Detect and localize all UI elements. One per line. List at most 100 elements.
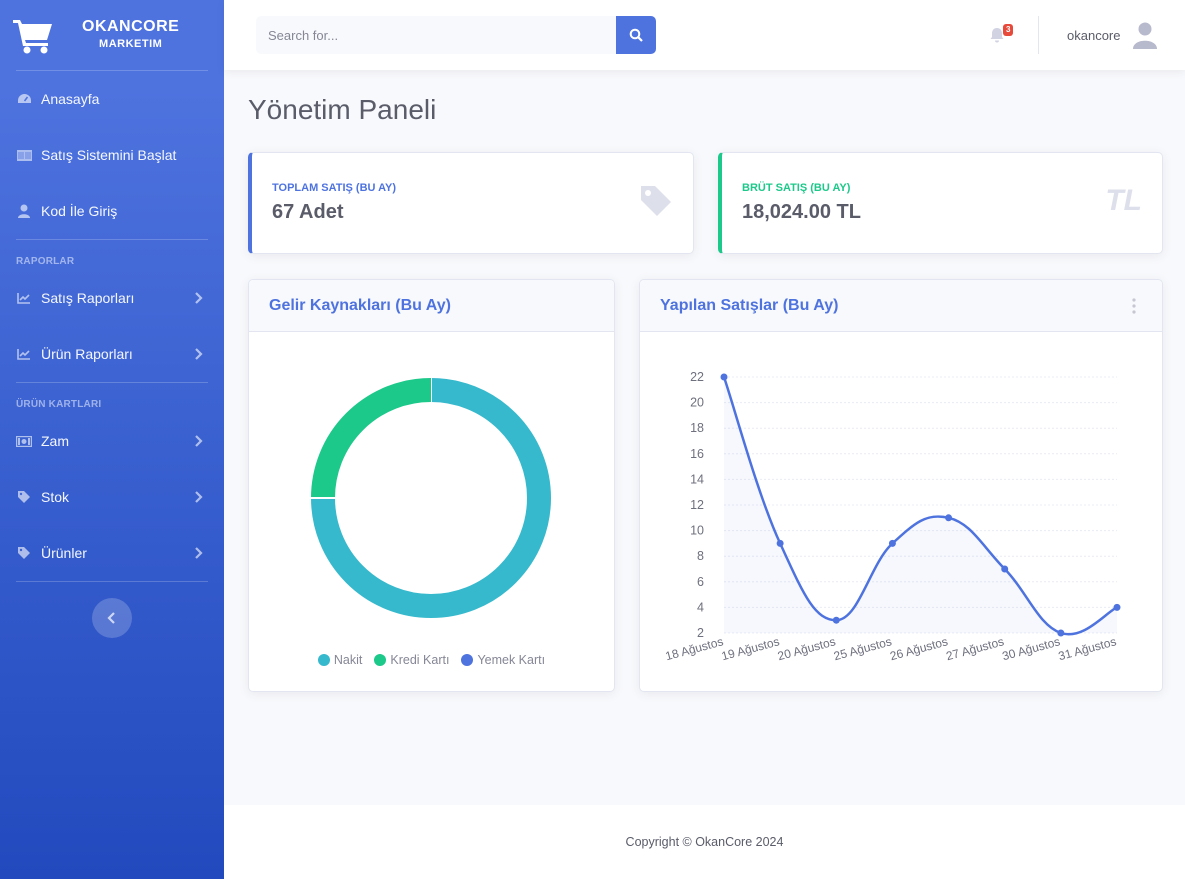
sidebar-item-label: Satış Sistemini Başlat bbox=[41, 147, 177, 163]
copyright-text: Copyright © OkanCore 2024 bbox=[625, 835, 784, 849]
legend-swatch bbox=[461, 654, 474, 666]
data-point[interactable] bbox=[945, 514, 953, 522]
card-title: Gelir Kaynakları (Bu Ay) bbox=[269, 296, 451, 314]
chevron-right-icon bbox=[195, 491, 203, 503]
legend-swatch bbox=[317, 654, 330, 666]
x-tick-label: 31 Ağustos bbox=[1057, 634, 1118, 663]
sidebar-item-urun-raporlari[interactable]: Ürün Raporları bbox=[0, 326, 224, 382]
footer: Copyright © OkanCore 2024 bbox=[224, 805, 1185, 879]
data-point[interactable] bbox=[888, 539, 896, 547]
sidebar-item-label: Stok bbox=[41, 489, 70, 505]
x-tick-label: 18 Ağustos bbox=[664, 634, 725, 663]
sidebar-item-label: Satış Raporları bbox=[41, 290, 135, 306]
data-point[interactable] bbox=[1001, 565, 1009, 573]
x-tick-label: 27 Ağustos bbox=[945, 634, 1006, 663]
y-tick-label: 4 bbox=[697, 600, 704, 614]
y-tick-label: 20 bbox=[690, 396, 704, 410]
chevron-right-icon bbox=[195, 547, 203, 559]
stat-card-total-sales: TOPLAM SATIŞ (BU AY) 67 Adet bbox=[248, 152, 694, 254]
legend-item[interactable]: Nakit bbox=[317, 653, 363, 667]
y-tick-label: 14 bbox=[690, 472, 704, 486]
notification-badge: 3 bbox=[1003, 24, 1014, 36]
sidebar-heading-reports: RAPORLAR bbox=[16, 256, 75, 267]
sales-made-card: Yapılan Satışlar (Bu Ay) 2 4 6 8 10 12 14 16 18 2… bbox=[639, 279, 1163, 692]
x-tick-label: 19 Ağustos bbox=[720, 634, 781, 663]
data-point[interactable] bbox=[776, 539, 784, 547]
x-tick-label: 26 Ağustos bbox=[888, 634, 949, 663]
sidebar-item-satis-sistemi[interactable]: Satış Sistemini Başlat bbox=[0, 127, 224, 183]
search-button[interactable] bbox=[616, 16, 656, 54]
legend-item[interactable]: Yemek Kartı bbox=[461, 653, 545, 667]
sidebar-item-anasayfa[interactable]: Anasayfa bbox=[0, 71, 224, 127]
lira-icon: TL bbox=[1105, 184, 1142, 217]
chart-line-icon bbox=[16, 290, 32, 306]
legend-item[interactable]: Kredi Kartı bbox=[374, 653, 449, 667]
user-menu[interactable]: okancore bbox=[1067, 22, 1158, 49]
sidebar-item-kod-ile-giris[interactable]: Kod İle Giriş bbox=[0, 183, 224, 239]
sidebar-item-zam[interactable]: Zam bbox=[0, 413, 224, 469]
legend-label: Yemek Kartı bbox=[477, 653, 546, 667]
user-icon bbox=[16, 203, 32, 219]
brand[interactable]: OKANCORE MARKETIM bbox=[0, 0, 224, 70]
card-header: Gelir Kaynakları (Bu Ay) bbox=[249, 280, 614, 332]
data-point[interactable] bbox=[1113, 603, 1121, 611]
line-chart: 2 4 6 8 10 12 14 16 18 20 22 18 Ağustos19 Ağustos20… bbox=[664, 370, 1121, 663]
stat-label: BRÜT SATIŞ (BU AY) bbox=[742, 182, 851, 194]
revenue-sources-card: Gelir Kaynakları (Bu Ay) Nakit Kredi Kart… bbox=[248, 279, 615, 692]
username: okancore bbox=[1067, 27, 1121, 43]
topbar: 3 okancore bbox=[224, 0, 1185, 70]
sidebar-item-label: Ürün Raporları bbox=[41, 346, 133, 362]
y-tick-label: 8 bbox=[697, 549, 704, 563]
stat-card-gross-sales: BRÜT SATIŞ (BU AY) 18,024.00 TL TL bbox=[718, 152, 1163, 254]
sidebar-divider bbox=[16, 581, 208, 582]
data-point[interactable] bbox=[720, 373, 728, 381]
sidebar-item-stok[interactable]: Stok bbox=[0, 469, 224, 525]
x-tick-label: 25 Ağustos bbox=[832, 634, 893, 663]
brand-name: OKANCORE bbox=[82, 18, 180, 35]
y-tick-label: 6 bbox=[697, 575, 704, 589]
search-icon bbox=[629, 28, 643, 42]
tag-icon bbox=[641, 186, 671, 216]
data-point[interactable] bbox=[832, 616, 840, 624]
sidebar-item-label: Anasayfa bbox=[41, 91, 100, 107]
chart-line-icon bbox=[16, 346, 32, 362]
legend-label: Nakit bbox=[333, 653, 363, 667]
y-tick-label: 18 bbox=[690, 421, 704, 435]
data-point[interactable] bbox=[1057, 629, 1065, 637]
stat-label: TOPLAM SATIŞ (BU AY) bbox=[272, 182, 397, 194]
sidebar: OKANCORE MARKETIM Anasayfa Satış Sistemi… bbox=[0, 0, 224, 879]
brand-subtitle: MARKETIM bbox=[99, 38, 163, 50]
shopping-cart-icon bbox=[13, 20, 52, 54]
tag-icon bbox=[16, 545, 32, 561]
chevron-right-icon bbox=[195, 292, 203, 304]
money-bill-icon bbox=[16, 433, 32, 449]
donut-chart bbox=[311, 378, 551, 618]
legend-swatch bbox=[374, 654, 387, 666]
page-title: Yönetim Paneli bbox=[248, 94, 437, 125]
search-input[interactable] bbox=[256, 16, 616, 54]
barcode-icon bbox=[16, 147, 32, 163]
more-vertical-icon[interactable] bbox=[1132, 298, 1136, 314]
sidebar-item-label: Kod İle Giriş bbox=[41, 203, 118, 219]
sidebar-item-label: Zam bbox=[41, 433, 69, 449]
y-tick-label: 12 bbox=[690, 498, 704, 512]
sidebar-item-satis-raporlari[interactable]: Satış Raporları bbox=[0, 270, 224, 326]
tachometer-icon bbox=[16, 91, 32, 107]
y-tick-label: 22 bbox=[690, 370, 704, 384]
card-title: Yapılan Satışlar (Bu Ay) bbox=[660, 296, 839, 314]
sidebar-toggle-button[interactable] bbox=[92, 598, 132, 638]
stat-value: 18,024.00 TL bbox=[742, 201, 861, 223]
topbar-divider bbox=[1038, 16, 1039, 54]
y-tick-label: 10 bbox=[690, 524, 704, 538]
avatar bbox=[1133, 22, 1158, 49]
chevron-right-icon bbox=[195, 435, 203, 447]
y-tick-label: 16 bbox=[690, 447, 704, 461]
card-header: Yapılan Satışlar (Bu Ay) bbox=[640, 280, 1162, 332]
sidebar-item-label: Ürünler bbox=[41, 545, 87, 561]
x-tick-label: 30 Ağustos bbox=[1001, 634, 1062, 663]
x-tick-label: 20 Ağustos bbox=[776, 634, 837, 663]
search-form bbox=[256, 16, 656, 54]
stat-value: 67 Adet bbox=[272, 201, 344, 223]
sidebar-item-urunler[interactable]: Ürünler bbox=[0, 525, 224, 581]
chart-legend: Nakit Kredi Kartı Yemek Kartı bbox=[249, 653, 614, 667]
